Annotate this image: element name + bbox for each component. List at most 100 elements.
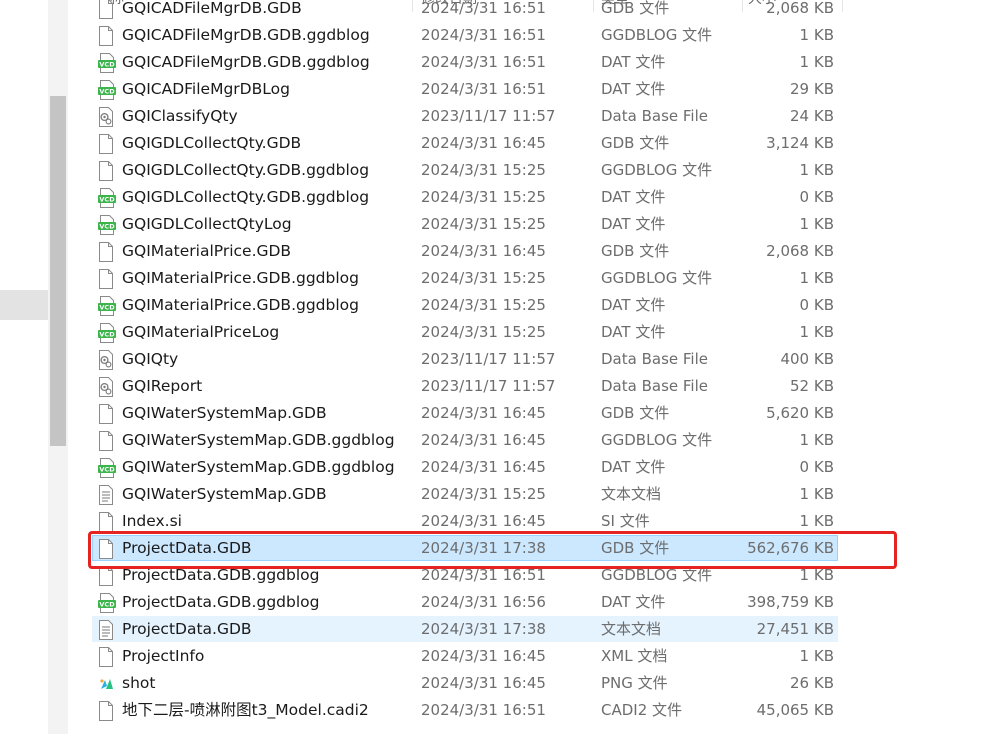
file-row[interactable]: VCD ProjectData.GDB.ggdblog 2024/3/31 16:5… — [90, 589, 850, 616]
file-size: 45,065 KB — [756, 701, 834, 719]
file-row[interactable]: GQIWaterSystemMap.GDB.ggdblog 2024/3/31 1… — [90, 427, 850, 454]
file-name: GQIWaterSystemMap.GDB.ggdblog — [122, 431, 395, 449]
file-type: PNG 文件 — [601, 674, 668, 692]
svg-text:VCD: VCD — [99, 196, 115, 204]
file-row[interactable]: GQIWaterSystemMap.GDB 2024/3/31 15:25 文本文档… — [90, 481, 850, 508]
file-date: 2024/3/31 15:25 — [421, 323, 546, 341]
file-type: GGDBLOG 文件 — [601, 26, 713, 44]
svg-text:VCD: VCD — [99, 601, 115, 609]
vcd-file-icon: VCD — [98, 215, 116, 235]
file-row[interactable]: VCD GQICADFileMgrDBLog 2024/3/31 16:51 DAT … — [90, 76, 850, 103]
vcd-file-icon: VCD — [98, 188, 116, 208]
file-row[interactable]: shot 2024/3/31 16:45 PNG 文件 26 KB — [90, 670, 850, 697]
file-date: 2024/3/31 15:25 — [421, 215, 546, 233]
file-row[interactable]: VCD GQIGDLCollectQty.GDB.ggdblog 2024/3/31… — [90, 184, 850, 211]
nav-scrollbar-thumb[interactable] — [50, 96, 66, 446]
file-type: GDB 文件 — [601, 0, 670, 17]
settings-file-icon — [98, 107, 116, 127]
file-date: 2024/3/31 16:51 — [421, 701, 546, 719]
file-size: 24 KB — [790, 107, 834, 125]
settings-file-icon — [98, 377, 116, 397]
file-size: 29 KB — [790, 80, 834, 98]
file-name: GQIGDLCollectQty.GDB.ggdblog — [122, 188, 370, 206]
file-size: 0 KB — [799, 188, 834, 206]
file-size: 5,620 KB — [766, 404, 834, 422]
vcd-file-icon: VCD — [98, 53, 116, 73]
blank-file-icon — [98, 242, 116, 262]
nav-scrollbar[interactable] — [48, 0, 68, 734]
file-row[interactable]: GQIGDLCollectQty.GDB.ggdblog 2024/3/31 15… — [90, 157, 850, 184]
file-name: GQICADFileMgrDB.GDB — [122, 0, 302, 17]
file-date: 2024/3/31 15:25 — [421, 161, 546, 179]
file-type: DAT 文件 — [601, 188, 666, 206]
file-date: 2023/11/17 11:57 — [421, 107, 556, 125]
file-row[interactable]: VCD GQICADFileMgrDB.GDB.ggdblog 2024/3/31 … — [90, 49, 850, 76]
file-name: ProjectInfo — [122, 647, 205, 665]
file-date: 2024/3/31 17:38 — [421, 539, 546, 557]
file-row[interactable]: ProjectData.GDB 2024/3/31 17:38 GDB 文件 562,… — [90, 535, 850, 562]
navigation-pane — [0, 0, 68, 734]
file-type: Data Base File — [601, 350, 708, 368]
blank-file-icon — [98, 647, 116, 667]
file-row[interactable]: ProjectData.GDB 2024/3/31 17:38 文本文档 27,451… — [90, 616, 850, 643]
file-date: 2024/3/31 16:45 — [421, 458, 546, 476]
svg-text:VCD: VCD — [99, 304, 115, 312]
file-row[interactable]: VCD GQIMaterialPriceLog 2024/3/31 15:25 DAT… — [90, 319, 850, 346]
file-row[interactable]: GQIQty 2023/11/17 11:57 Data Base File 400 … — [90, 346, 850, 373]
file-row[interactable]: VCD GQIMaterialPrice.GDB.ggdblog 2024/3/31… — [90, 292, 850, 319]
blank-file-icon — [98, 701, 116, 721]
file-row[interactable]: GQIGDLCollectQty.GDB 2024/3/31 16:45 GDB 文… — [90, 130, 850, 157]
file-date: 2024/3/31 16:45 — [421, 647, 546, 665]
file-type: GDB 文件 — [601, 539, 670, 557]
nav-selected-item[interactable] — [0, 290, 48, 320]
file-row[interactable]: GQIWaterSystemMap.GDB 2024/3/31 16:45 GDB … — [90, 400, 850, 427]
file-row[interactable]: GQIClassifyQty 2023/11/17 11:57 Data Base … — [90, 103, 850, 130]
file-row[interactable]: GQIReport 2023/11/17 11:57 Data Base File 5… — [90, 373, 850, 400]
blank-file-icon — [98, 0, 116, 19]
blank-file-icon — [98, 161, 116, 181]
file-row[interactable]: GQIMaterialPrice.GDB 2024/3/31 16:45 GDB 文… — [90, 238, 850, 265]
file-type: GGDBLOG 文件 — [601, 161, 713, 179]
partial-file-row[interactable]: GQICADFileMgrDB.GDB 2024/3/31 16:51 GDB … — [90, 0, 850, 22]
file-row[interactable]: Index.si 2024/3/31 16:45 SI 文件 1 KB — [90, 508, 850, 535]
file-date: 2024/3/31 15:25 — [421, 269, 546, 287]
blank-file-icon — [98, 566, 116, 586]
file-name: Index.si — [122, 512, 182, 530]
file-row[interactable]: VCD GQIGDLCollectQtyLog 2024/3/31 15:25 DAT… — [90, 211, 850, 238]
vcd-file-icon: VCD — [98, 593, 116, 613]
vcd-file-icon: VCD — [98, 80, 116, 100]
file-size: 27,451 KB — [756, 620, 834, 638]
file-name: ProjectData.GDB — [122, 539, 252, 557]
blank-file-icon — [98, 539, 116, 559]
file-row[interactable]: ProjectInfo 2024/3/31 16:45 XML 文档 1 KB — [90, 643, 850, 670]
file-size: 1 KB — [799, 53, 834, 71]
file-row[interactable]: 地下二层-喷淋附图t3_Model.cadi2 2024/3/31 16:51 CA… — [90, 697, 850, 724]
file-row[interactable]: ProjectData.GDB.ggdblog 2024/3/31 16:51 GG… — [90, 562, 850, 589]
file-name: GQIMaterialPrice.GDB.ggdblog — [122, 296, 359, 314]
file-name: ProjectData.GDB.ggdblog — [122, 566, 320, 584]
file-size: 1 KB — [799, 215, 834, 233]
file-name: GQICADFileMgrDBLog — [122, 80, 290, 98]
file-name: GQIMaterialPrice.GDB — [122, 242, 292, 260]
file-name: GQIMaterialPrice.GDB.ggdblog — [122, 269, 359, 287]
file-type: DAT 文件 — [601, 53, 666, 71]
text-file-icon — [98, 620, 116, 640]
file-size: 1 KB — [799, 26, 834, 44]
file-date: 2024/3/31 16:45 — [421, 431, 546, 449]
file-row[interactable]: GQICADFileMgrDB.GDB.ggdblog 2024/3/31 16:… — [90, 22, 850, 49]
file-row[interactable]: GQIMaterialPrice.GDB.ggdblog 2024/3/31 15… — [90, 265, 850, 292]
file-type: DAT 文件 — [601, 458, 666, 476]
svg-text:VCD: VCD — [99, 223, 115, 231]
file-date: 2024/3/31 16:45 — [421, 134, 546, 152]
file-date: 2024/3/31 16:45 — [421, 512, 546, 530]
blank-file-icon — [98, 134, 116, 154]
file-size: 1 KB — [799, 431, 834, 449]
file-size: 1 KB — [799, 566, 834, 584]
file-row[interactable]: VCD GQIWaterSystemMap.GDB.ggdblog 2024/3/3… — [90, 454, 850, 481]
file-type: DAT 文件 — [601, 323, 666, 341]
vcd-file-icon: VCD — [98, 458, 116, 478]
file-date: 2024/3/31 16:45 — [421, 242, 546, 260]
blank-file-icon — [98, 404, 116, 424]
file-type: GDB 文件 — [601, 134, 670, 152]
blank-file-icon — [98, 26, 116, 46]
